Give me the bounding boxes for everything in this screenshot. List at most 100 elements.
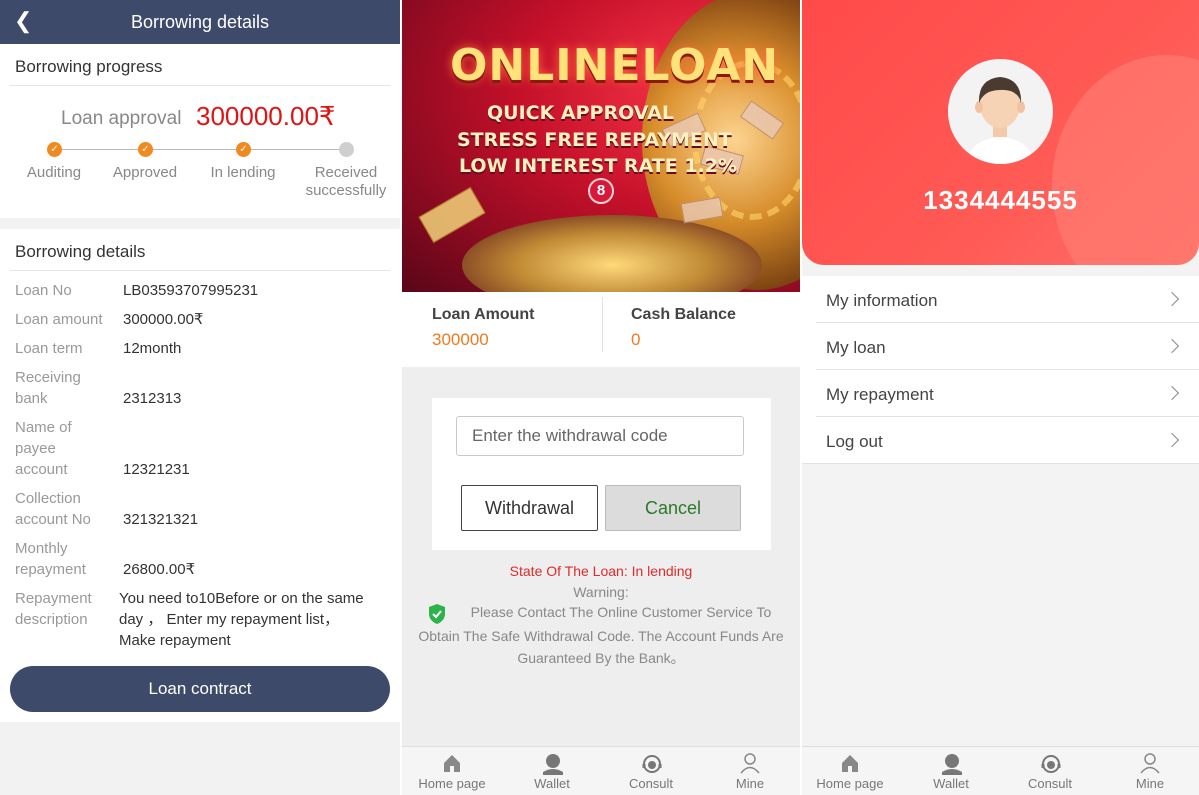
wallet-icon [942, 754, 962, 775]
profile-menu: My information My loan My repayment Log … [802, 276, 1199, 464]
receiving-bank-value: 2312313 [123, 390, 182, 407]
step-check-icon: ✓ [47, 142, 62, 157]
receiving-bank-label: Receiving bank [15, 367, 81, 409]
monthly-repayment-value: 26800.00₹ [123, 561, 196, 578]
tab-wallet[interactable]: Wallet [512, 747, 592, 795]
loan-amount-value: 300000 [432, 330, 489, 349]
step-check-icon: ✓ [236, 142, 251, 157]
mine-icon [740, 753, 760, 774]
details-section-title: Borrowing details [15, 242, 146, 261]
description-line: day ， Enter my repayment list， [119, 611, 340, 628]
step-pending-icon [339, 142, 354, 157]
repayment-description-label: Repayment description [15, 588, 92, 630]
banner-tagline: LOW INTEREST RATE 1.2% [459, 155, 738, 177]
tab-wallet[interactable]: Wallet [911, 747, 991, 795]
label-line: Receiving [15, 369, 81, 386]
tab-bar: Home page Wallet Consult Mine [402, 746, 800, 795]
menu-label: My information [826, 291, 938, 310]
consult-icon [642, 755, 662, 773]
label-line: bank [15, 390, 48, 407]
progress-track [54, 149, 346, 150]
profile-header: 1334444555 [802, 0, 1199, 265]
borrowing-details-screen: ❮ Borrowing details Borrowing progress L… [0, 0, 400, 795]
loan-contract-button[interactable]: Loan contract [10, 666, 390, 712]
mine-icon [1140, 753, 1160, 774]
loan-no-label: Loan No [15, 282, 72, 299]
label-line: Monthly [15, 540, 68, 557]
cash-balance-value: 0 [631, 330, 641, 349]
warning-line: Please Contact The Online Customer Servi… [470, 604, 772, 620]
menu-item-my-repayment[interactable]: My repayment [816, 370, 1199, 417]
banner-title: ONLINELOAN [450, 40, 780, 91]
divider [10, 85, 390, 86]
warning-line: Guaranteed By the Bank。 [517, 650, 685, 666]
label-line: Repayment [15, 590, 92, 607]
step-label: In lending [210, 164, 276, 181]
tab-mine[interactable]: Mine [710, 747, 790, 795]
chevron-right-icon [1164, 432, 1180, 448]
withdrawal-code-input[interactable]: Enter the withdrawal code [456, 416, 744, 456]
top-bar: ❮ Borrowing details [0, 0, 400, 44]
menu-label: Log out [826, 432, 883, 451]
chevron-right-icon [1164, 291, 1180, 307]
label-line: account No [15, 511, 91, 528]
tab-label: Home page [418, 776, 486, 791]
stat-divider [602, 297, 603, 352]
label-line: Name of [15, 419, 72, 436]
loan-term-label: Loan term [15, 340, 83, 357]
withdrawal-button[interactable]: Withdrawal [461, 485, 598, 531]
phone-number: 1334444555 [923, 185, 1078, 215]
step-label: Auditing [26, 164, 82, 181]
promo-banner[interactable]: ONLINELOAN QUICK APPROVAL STRESS FREE RE… [402, 0, 800, 292]
tab-home[interactable]: Home page [412, 747, 492, 795]
loan-amount-label: Loan Amount [432, 306, 535, 323]
consult-icon [1041, 755, 1061, 773]
step-check-icon: ✓ [138, 142, 153, 157]
tab-label: Mine [1135, 776, 1165, 791]
description-line: You need to10Before or on the same [119, 590, 364, 607]
tab-label: Mine [735, 776, 765, 791]
loan-state-text: State Of The Loan: In lending [509, 563, 693, 579]
loan-no-value: LB03593707995231 [123, 282, 259, 299]
loan-approval-amount: 300000.00₹ [196, 101, 336, 131]
avatar[interactable] [948, 59, 1053, 164]
menu-label: My repayment [826, 385, 934, 404]
warning-line: Obtain The Safe Withdrawal Code. The Acc… [418, 628, 784, 644]
loan-amount-value: 300000.00₹ [123, 311, 204, 328]
loan-term-value: 12month [123, 340, 182, 357]
monthly-repayment-label: Monthly repayment [15, 538, 86, 580]
home-icon [444, 755, 460, 772]
payee-name-value: 12321231 [123, 461, 190, 478]
banner-tagline: QUICK APPROVAL [487, 102, 674, 124]
menu-item-log-out[interactable]: Log out [802, 417, 1199, 464]
banner-badge: 8 [588, 178, 614, 204]
collection-account-label: Collection account No [15, 488, 91, 530]
tab-label: Wallet [933, 776, 969, 791]
menu-item-my-loan[interactable]: My loan [816, 323, 1199, 370]
cancel-button[interactable]: Cancel [605, 485, 741, 531]
home-icon [842, 755, 858, 772]
banknote-graphic [418, 187, 486, 243]
label-line: Collection [15, 490, 81, 507]
tab-label: Consult [628, 776, 674, 791]
tab-label: Wallet [534, 776, 570, 791]
tab-mine[interactable]: Mine [1110, 747, 1190, 795]
label-line: account [15, 461, 68, 478]
step-label-line: Received [314, 164, 378, 181]
tab-consult[interactable]: Consult [1010, 747, 1090, 795]
tab-home[interactable]: Home page [810, 747, 890, 795]
decorative-shape [1052, 55, 1199, 265]
description-line: Make repayment [119, 632, 231, 649]
step-label: Received successfully [300, 164, 392, 200]
page-title: Borrowing details [130, 12, 270, 32]
menu-item-my-information[interactable]: My information [816, 276, 1199, 323]
step-label: Approved [112, 164, 178, 181]
divider [10, 270, 390, 271]
tab-label: Home page [816, 776, 884, 791]
progress-section-title: Borrowing progress [15, 57, 163, 76]
tab-consult[interactable]: Consult [611, 747, 691, 795]
payee-name-label: Name of payee account [15, 417, 72, 480]
menu-label: My loan [826, 338, 886, 357]
balance-summary: Loan Amount 300000 Cash Balance 0 [402, 292, 800, 367]
loan-amount-label: Loan amount [15, 311, 103, 328]
